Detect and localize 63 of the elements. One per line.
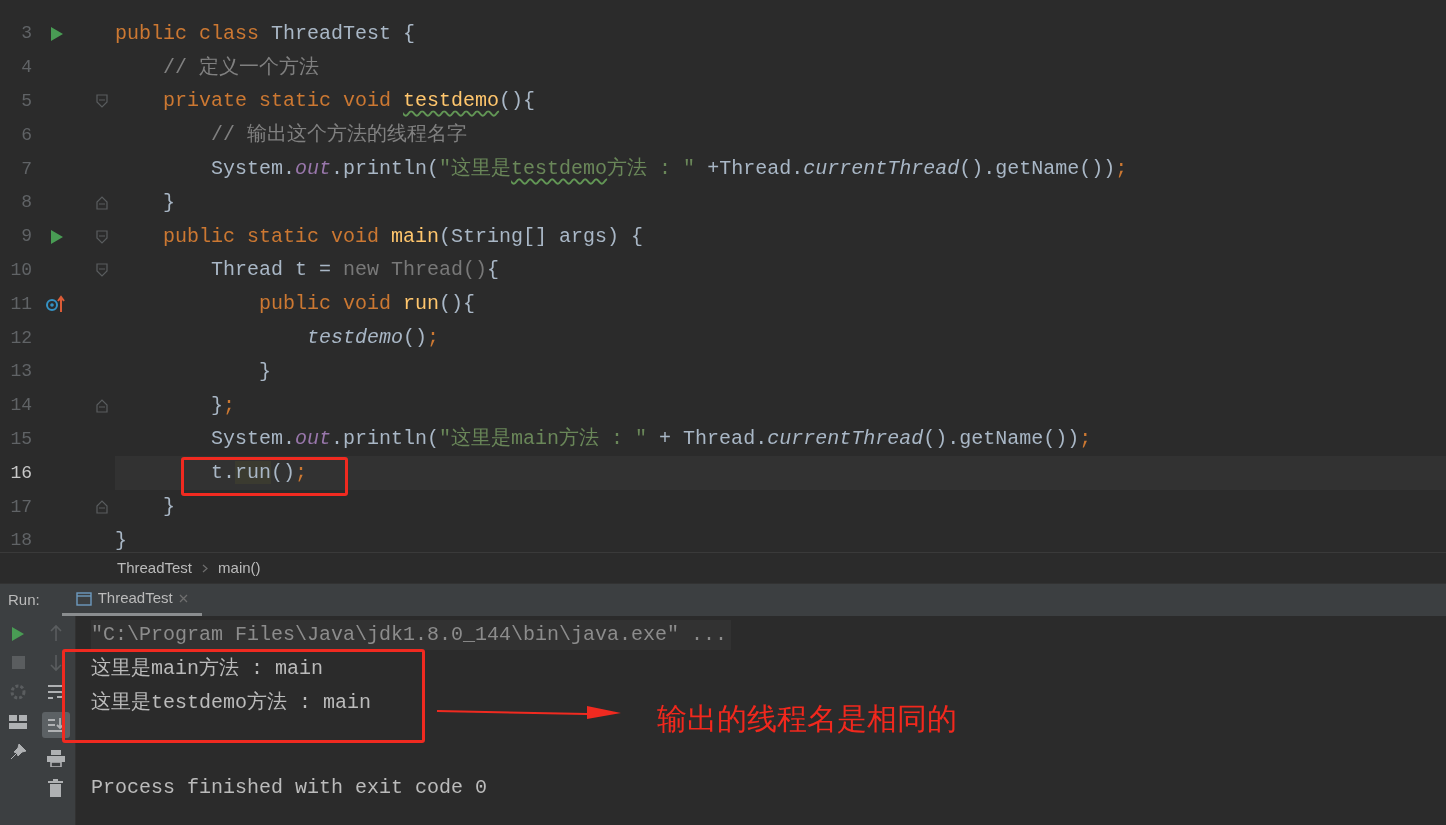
line-number: 4 xyxy=(20,56,32,80)
layout-icon[interactable] xyxy=(9,715,27,729)
line-number: 3 xyxy=(20,22,32,46)
print-icon[interactable] xyxy=(46,750,65,767)
code-line: // 定义一个方法 xyxy=(162,54,319,81)
code-line: t.run(); xyxy=(210,460,308,487)
line-number: 6 xyxy=(20,123,32,147)
line-number: 11 xyxy=(9,292,32,316)
code-line: // 输出这个方法的线程名字 xyxy=(210,122,468,149)
fold-icon[interactable] xyxy=(96,263,108,278)
breadcrumb[interactable]: main() xyxy=(218,556,261,580)
code-line: }; xyxy=(210,392,236,419)
up-arrow-icon[interactable] xyxy=(48,624,63,642)
code-line: Thread t = new Thread(){ xyxy=(210,257,500,284)
line-number: 15 xyxy=(9,427,32,451)
line-number: 5 xyxy=(20,90,32,113)
line-number: 13 xyxy=(9,360,32,384)
line-number: 8 xyxy=(20,191,32,215)
trash-icon[interactable] xyxy=(48,779,63,797)
code-line: System.out.println("这里是main方法 : " + Thread.currentThread().getName()); xyxy=(210,426,1092,453)
gear-icon[interactable] xyxy=(9,683,27,701)
code-line: public class ThreadTest { xyxy=(115,20,416,47)
scroll-end-icon xyxy=(46,717,65,733)
override-icon[interactable] xyxy=(46,295,68,314)
code-line: public void run(){ xyxy=(258,291,476,318)
console-line: 这里是main方法 : main xyxy=(91,656,324,682)
line-number: 14 xyxy=(9,394,32,418)
run-icon[interactable] xyxy=(50,25,64,42)
line-number: 18 xyxy=(9,529,32,552)
line-number: 10 xyxy=(9,258,32,282)
code-line: System.out.println("这里是testdemo方法 : " +Thread.currentThread().getName()); xyxy=(210,156,1128,183)
wrap-icon[interactable] xyxy=(46,684,65,700)
scroll-to-end-toggle[interactable] xyxy=(41,712,70,738)
code-line: } xyxy=(258,358,272,385)
code-line: testdemo(); xyxy=(306,325,440,352)
fold-icon[interactable] xyxy=(96,195,108,210)
run-icon[interactable] xyxy=(50,228,64,245)
fold-icon[interactable] xyxy=(96,94,108,109)
console-icon xyxy=(75,591,92,606)
line-number: 16 xyxy=(9,461,32,485)
down-arrow-icon[interactable] xyxy=(48,654,63,672)
code-line: } xyxy=(115,527,127,552)
code-line: private static void testdemo(){ xyxy=(162,88,536,115)
console-line: 这里是testdemo方法 : main xyxy=(91,690,372,716)
pin-icon[interactable] xyxy=(9,743,27,761)
code-line: } xyxy=(162,189,175,216)
panel-label: Run: xyxy=(7,589,41,610)
line-number: 12 xyxy=(9,326,32,350)
close-icon[interactable] xyxy=(178,594,188,603)
code-line: } xyxy=(162,494,175,521)
line-number: 9 xyxy=(20,225,32,249)
line-number: 17 xyxy=(9,495,32,519)
rerun-icon[interactable] xyxy=(11,626,25,642)
line-number: 7 xyxy=(20,157,32,181)
code-line: public static void main(String[] args) { xyxy=(162,223,644,250)
fold-icon[interactable] xyxy=(96,229,108,244)
console-line: Process finished with exit code 0 xyxy=(91,775,488,801)
chevron-icon xyxy=(202,563,209,573)
breadcrumb[interactable]: ThreadTest xyxy=(117,556,193,580)
fold-icon[interactable] xyxy=(96,398,108,413)
stop-icon[interactable] xyxy=(11,656,25,669)
fold-icon[interactable] xyxy=(96,500,108,515)
annotation-text: 输出的线程名是相同的 xyxy=(657,700,957,738)
